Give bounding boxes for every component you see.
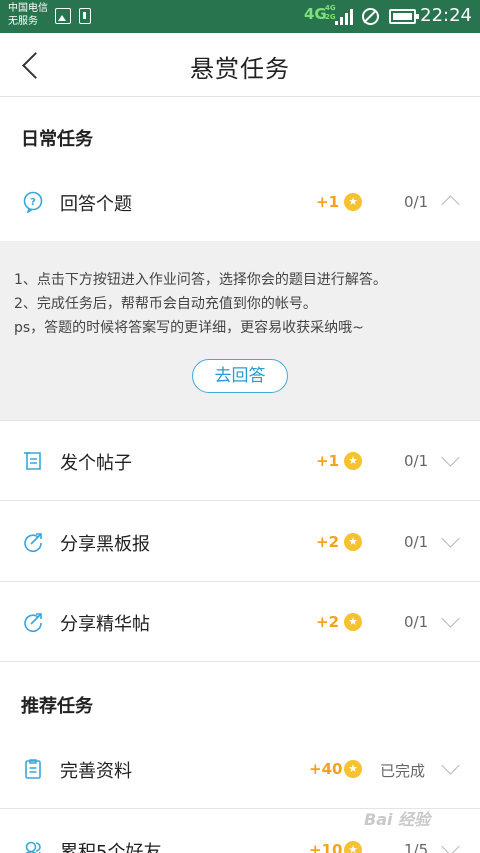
detail-line-1: 1、点击下方按钮进入作业问答，选择你会的题目进行解答。 (14, 272, 387, 288)
task-label: 分享黑板报 (60, 534, 150, 555)
carrier-name: 中国电信 (8, 3, 48, 14)
signal-icon (335, 9, 353, 25)
status-bar: 中国电信 无服务 4G 4G 2G 22:24 (0, 0, 480, 33)
chevron-down-icon[interactable] (441, 840, 461, 853)
chevron-down-icon[interactable] (441, 532, 461, 552)
task-progress: 已完成 (380, 762, 426, 780)
share-icon (24, 613, 42, 633)
task-row-share-blackboard[interactable]: 分享黑板报 +2 ★ 0/1 (0, 502, 480, 582)
app-header: 悬赏任务 (0, 33, 480, 97)
task-progress: 0/1 (404, 533, 429, 551)
task-label: 回答个题 (60, 194, 132, 215)
task-label: 分享精华帖 (60, 614, 150, 635)
task-progress: 0/1 (404, 193, 429, 211)
coin-icon: ★ (344, 613, 362, 631)
service-status: 无服务 (8, 16, 38, 27)
detail-line-3: ps，答题的时候将答案写的更详细，更容易收获采纳哦~ (14, 320, 364, 336)
task-detail-panel: 1、点击下方按钮进入作业问答，选择你会的题目进行解答。 2、完成任务后，帮帮币会… (0, 241, 480, 421)
friends-icon (25, 841, 42, 853)
task-reward: +40 (309, 760, 343, 778)
daily-section-title: 日常任务 (21, 129, 93, 150)
task-reward: +2 (316, 533, 340, 551)
task-progress: 1/5 (404, 841, 429, 853)
coin-icon: ★ (344, 533, 362, 551)
recommended-section-title: 推荐任务 (21, 696, 93, 717)
task-row-share-featured[interactable]: 分享精华帖 +2 ★ 0/1 (0, 582, 480, 662)
coin-icon: ★ (344, 841, 362, 853)
page-title: 悬赏任务 (190, 55, 290, 83)
no-sim-icon (362, 8, 379, 25)
task-reward: +10 (309, 841, 343, 853)
task-reward: +1 (316, 193, 340, 211)
chevron-down-icon[interactable] (441, 612, 461, 632)
svg-text:?: ? (30, 197, 36, 208)
question-icon: ? (23, 191, 43, 213)
clock: 22:24 (420, 5, 472, 26)
coin-icon: ★ (344, 193, 362, 211)
coin-icon: ★ (344, 760, 362, 778)
chevron-up-icon[interactable] (441, 192, 461, 212)
network-type: 4G (304, 5, 327, 23)
detail-line-2: 2、完成任务后，帮帮币会自动充值到你的帐号。 (14, 296, 317, 312)
share-icon (24, 533, 42, 553)
task-label: 发个帖子 (60, 453, 132, 474)
coin-icon: ★ (344, 452, 362, 470)
carrier-info: 中国电信 无服务 (8, 2, 48, 28)
chevron-down-icon[interactable] (441, 451, 461, 471)
task-row-post[interactable]: 发个帖子 +1 ★ 0/1 (0, 421, 480, 501)
sim-notification-icon (79, 8, 91, 24)
chevron-down-icon[interactable] (441, 759, 461, 779)
task-row-answer[interactable]: ? 回答个题 +1 ★ 0/1 (0, 162, 480, 242)
watermark: Bai 经验 (364, 810, 431, 829)
battery-icon (389, 9, 419, 24)
task-label: 累积5个好友 (60, 842, 162, 853)
image-notification-icon (55, 8, 71, 24)
task-reward: +2 (316, 613, 340, 631)
task-progress: 0/1 (404, 452, 429, 470)
clipboard-icon (25, 759, 41, 779)
post-icon (24, 452, 41, 470)
task-progress: 0/1 (404, 613, 429, 631)
go-answer-button[interactable]: 去回答 (192, 359, 288, 393)
task-row-profile[interactable]: 完善资料 +40 ★ 已完成 (0, 729, 480, 809)
task-reward: +1 (316, 452, 340, 470)
task-label: 完善资料 (60, 761, 132, 782)
